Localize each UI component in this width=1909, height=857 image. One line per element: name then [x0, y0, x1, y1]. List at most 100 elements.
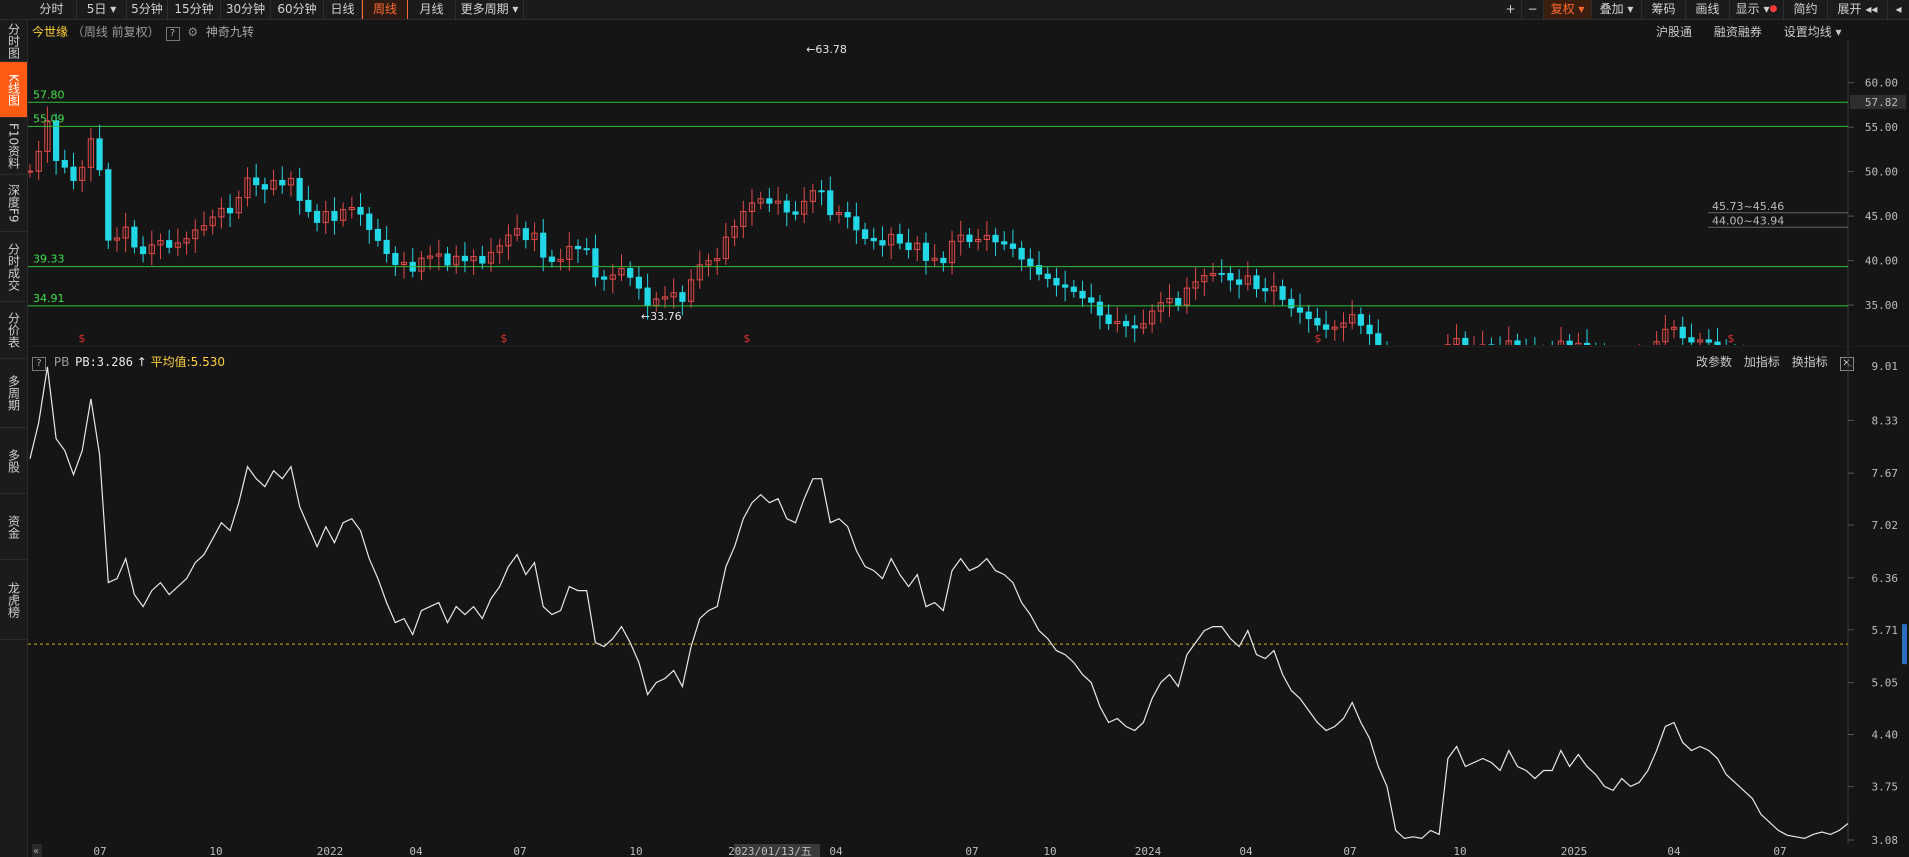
- period-30min[interactable]: 30分钟: [221, 0, 271, 19]
- chips-button[interactable]: 筹码: [1642, 0, 1686, 19]
- candle-down: [1314, 318, 1321, 326]
- overlay-button[interactable]: 叠加 ▾: [1592, 0, 1642, 19]
- pb-y-tick-label: 3.75: [1872, 780, 1899, 793]
- x-tick-label: 10: [1453, 845, 1466, 857]
- nav-funds[interactable]: 资金: [0, 494, 27, 560]
- collapse-icon[interactable]: ◂: [1888, 0, 1909, 19]
- left-navigation: 分时图 K线图 F10资料 深度F9 分时成交 分价表 多周期 多股 资金 龙虎…: [0, 20, 28, 857]
- pb-y-tick-label: 8.33: [1872, 414, 1899, 427]
- period-60min[interactable]: 60分钟: [271, 0, 324, 19]
- candle-down: [279, 179, 286, 186]
- candle-down: [1305, 311, 1312, 320]
- pb-y-tick-label: 7.02: [1872, 519, 1899, 532]
- candle-down: [1279, 286, 1286, 300]
- stock-name[interactable]: 今世缘: [32, 25, 68, 39]
- period-5min[interactable]: 5分钟: [127, 0, 168, 19]
- indicator-name[interactable]: 神奇九转: [206, 25, 254, 39]
- candle-down: [479, 255, 486, 264]
- zone-annotation-2: 44.00~43.94: [1712, 214, 1784, 227]
- nav-ticks[interactable]: 分时成交: [0, 232, 27, 302]
- period-5day[interactable]: 5日 ▾: [77, 0, 127, 19]
- nav-f10[interactable]: F10资料: [0, 118, 27, 175]
- pb-chart[interactable]: 9.01 8.33 7.67 7.02 6.36 5.71 5.05 4.40 3.75 3.08: [28, 346, 1909, 844]
- display-label: 显示: [1735, 2, 1760, 16]
- nav-f9[interactable]: 深度F9: [0, 175, 27, 232]
- candle-down: [305, 199, 312, 212]
- nav-multi-stock[interactable]: 多股: [0, 428, 27, 494]
- candle-down: [366, 213, 373, 230]
- x-tick-label: 04: [1667, 845, 1681, 857]
- candle-down: [1009, 243, 1017, 249]
- kline-chart[interactable]: 57.80 55.09 39.33 34.91 ←63.78 ←33.76 45.73~4…: [28, 40, 1909, 345]
- candle-down: [766, 198, 773, 204]
- candle-down: [331, 211, 338, 221]
- simple-button[interactable]: 简约: [1784, 0, 1828, 19]
- nav-fenshi[interactable]: 分时图: [0, 20, 27, 62]
- display-button[interactable]: 显示 ▾●: [1730, 0, 1784, 19]
- overlay-label: 叠加: [1599, 2, 1624, 16]
- x-tick-label: 07: [513, 845, 526, 857]
- pb-series-line: [29, 366, 1849, 840]
- candle-down: [1322, 324, 1330, 330]
- dollar-marker: $: [79, 332, 86, 345]
- period-more[interactable]: 更多周期 ▾: [456, 0, 524, 19]
- candle-down: [1122, 320, 1130, 327]
- nav-kline[interactable]: K线图: [0, 62, 27, 118]
- candle-down: [1253, 275, 1260, 290]
- candle-down: [853, 216, 860, 231]
- candle-down: [1357, 314, 1364, 326]
- double-chevron-left-icon: ◂◂: [1861, 2, 1878, 16]
- period-15min[interactable]: 15分钟: [168, 0, 221, 19]
- candle-down: [1366, 324, 1373, 335]
- period-weekly[interactable]: 周线: [362, 0, 408, 19]
- candle-down: [592, 248, 599, 278]
- nav-price-table[interactable]: 分价表: [0, 302, 27, 359]
- period-fenshi[interactable]: 分时: [27, 0, 77, 19]
- fuquan-label: 复权: [1550, 2, 1575, 16]
- x-tick-label: 07: [93, 845, 106, 857]
- fuquan-button[interactable]: 复权 ▾: [1544, 0, 1592, 19]
- margin-link[interactable]: 融资融券: [1714, 25, 1762, 39]
- dollar-marker: $: [1315, 332, 1322, 345]
- candle-down: [1262, 288, 1269, 292]
- kline-y-tick-label: 35.00: [1865, 299, 1898, 312]
- notification-dot-icon: ●: [1769, 4, 1778, 14]
- nav-multi-period[interactable]: 多周期: [0, 359, 27, 428]
- pb-y-tick-label: 5.05: [1872, 677, 1899, 690]
- candle-down: [827, 190, 834, 216]
- nav-dragon-tiger[interactable]: 龙虎榜: [0, 560, 27, 640]
- draw-line-button[interactable]: 画线: [1686, 0, 1730, 19]
- kline-y-tick-label: 40.00: [1865, 255, 1898, 268]
- help-icon[interactable]: ?: [165, 27, 180, 41]
- gear-icon[interactable]: ⚙: [187, 25, 198, 39]
- hgt-link[interactable]: 沪股通: [1656, 25, 1692, 39]
- period-monthly[interactable]: 月线: [408, 0, 456, 19]
- x-tick-label: 07: [1343, 845, 1356, 857]
- ma-settings-link[interactable]: 设置均线: [1784, 25, 1832, 39]
- candle-down: [1705, 339, 1712, 343]
- x-tick-label: 04: [409, 845, 423, 857]
- candle-down: [1679, 326, 1686, 339]
- candle-down: [966, 234, 973, 243]
- candle-down: [374, 228, 382, 241]
- candle-down: [444, 253, 451, 266]
- candle-up: [28, 170, 34, 173]
- candle-down: [583, 248, 590, 251]
- candle-down: [679, 292, 686, 302]
- candle-down: [600, 276, 608, 280]
- candle-down: [139, 246, 147, 255]
- zoom-in-button[interactable]: +: [1500, 0, 1522, 19]
- expand-button[interactable]: 展开 ◂◂: [1828, 0, 1888, 19]
- x-tick-label: 04: [1239, 845, 1253, 857]
- candle-down: [226, 207, 234, 214]
- period-daily[interactable]: 日线: [324, 0, 362, 19]
- candle-down: [261, 184, 268, 190]
- zoom-out-button[interactable]: −: [1522, 0, 1544, 19]
- candle-down: [783, 200, 790, 213]
- candle-down: [818, 190, 825, 193]
- candle-down: [1070, 286, 1077, 292]
- pb-y-tick-label: 6.36: [1872, 572, 1899, 585]
- candle-down: [940, 257, 947, 264]
- level-label: 39.33: [33, 253, 65, 266]
- candle-down: [1514, 340, 1521, 345]
